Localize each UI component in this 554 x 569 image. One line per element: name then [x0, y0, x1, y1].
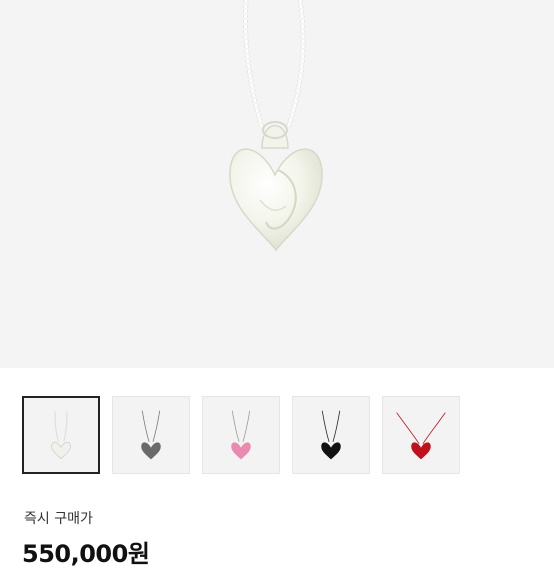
heart-pendant-black-icon: [321, 410, 341, 460]
thumbnail-red[interactable]: [382, 396, 460, 474]
heart-pendant-necklace-icon: [229, 0, 323, 252]
heart-pendant-gray-icon: [141, 410, 161, 460]
product-thumbnail-list: [22, 396, 542, 476]
instant-purchase-label: 즉시 구매가: [24, 511, 93, 527]
heart-pendant-red-icon: [396, 412, 446, 460]
thumbnail-white[interactable]: [22, 396, 100, 474]
thumbnail-pink[interactable]: [202, 396, 280, 474]
thumbnail-gray[interactable]: [112, 396, 190, 474]
heart-pendant-white-icon: [51, 411, 71, 460]
thumbnail-black[interactable]: [292, 396, 370, 474]
instant-purchase-price: 550,000원: [22, 540, 150, 568]
heart-pendant-pink-icon: [231, 410, 251, 460]
product-main-image[interactable]: [0, 0, 554, 368]
